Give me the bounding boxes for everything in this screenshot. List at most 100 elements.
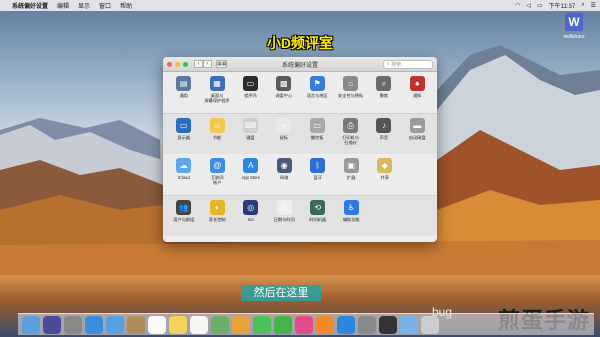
notifications-icon: ●	[409, 76, 425, 91]
pref-section: ▭ 显示器 ☼ 节能 ⌨ 键盘 ◗ 鼠标 ▭ 触控板 ⎙ 打印机与 扫描仪 ♪ 声音 ▬ 启动磁盘	[163, 113, 437, 154]
notification-center-icon[interactable]: ☰	[591, 2, 596, 9]
dock	[18, 313, 594, 335]
trackpad-icon: ▭	[309, 118, 325, 133]
pref-pane-label: 时间机器	[309, 217, 327, 222]
pref-pane-network[interactable]: ◉ 网络	[268, 158, 302, 195]
subtitle-caption: 然后在这里	[241, 285, 321, 301]
pref-pane-printer[interactable]: ⎙ 打印机与 扫描仪	[334, 118, 367, 154]
mouse-icon: ◗	[276, 118, 292, 133]
battery-icon[interactable]: ▭	[537, 2, 543, 9]
pref-pane-parental-controls[interactable]: ◐ 家长控制	[201, 200, 235, 236]
pref-pane-general[interactable]: ▤ 通用	[167, 76, 200, 113]
pref-pane-siri[interactable]: ◎ Siri	[234, 200, 268, 236]
pref-pane-spotlight[interactable]: ⌕ 聚焦	[367, 76, 400, 113]
menu-app-name[interactable]: 系统偏好设置	[12, 1, 48, 10]
trash-icon[interactable]	[421, 315, 439, 334]
pref-pane-label: 通知	[413, 93, 422, 98]
volume-icon[interactable]: ◁	[526, 2, 531, 9]
pref-pane-sharing[interactable]: ◆ 共享	[368, 158, 402, 195]
pref-pane-label: 声音	[379, 135, 389, 140]
pref-pane-energy[interactable]: ☼ 节能	[200, 118, 233, 154]
pref-pane-security[interactable]: ⌂ 安全性与隐私	[334, 76, 367, 113]
pref-pane-label: 启动磁盘	[408, 135, 426, 140]
reminders-icon[interactable]	[190, 315, 208, 334]
sound-icon: ♪	[376, 118, 392, 133]
pref-pane-label: 聚焦	[379, 93, 389, 98]
menu-window[interactable]: 窗口	[99, 1, 111, 10]
pref-pane-notifications[interactable]: ● 通知	[401, 76, 434, 113]
pref-pane-mouse[interactable]: ◗ 鼠标	[267, 118, 300, 154]
pref-pane-extensions[interactable]: ▣ 扩展	[335, 158, 369, 195]
pref-section: ▤ 通用 ▦ 桌面与 屏幕保护程序 ▭ 程序坞 ▩ 调度中心 ⚑ 语言与地区 ⌂ 安全性与隐私 ⌕ 聚焦 ●…	[163, 72, 437, 113]
menu-view[interactable]: 显示	[78, 1, 90, 10]
accessibility-icon: ♿	[343, 200, 359, 215]
mail-icon[interactable]	[106, 315, 124, 334]
pref-pane-keyboard[interactable]: ⌨ 键盘	[234, 118, 267, 154]
pref-pane-icloud[interactable]: ☁ iCloud	[167, 158, 201, 195]
launchpad-icon[interactable]	[64, 315, 82, 334]
folder-icon[interactable]	[400, 315, 418, 334]
startup-disk-icon: ▬	[409, 118, 425, 133]
pref-pane-dock[interactable]: ▭ 程序坞	[234, 76, 267, 113]
menu-clock[interactable]: 下午11:37	[549, 1, 576, 10]
pref-section: 👥 用户与群组 ◐ 家长控制 ◎ Siri ◷ 日期与时间 ⟲ 时间机器 ♿ 辅助功能	[163, 195, 437, 236]
pref-pane-label: 键盘	[246, 135, 255, 140]
pref-pane-accessibility[interactable]: ♿ 辅助功能	[335, 200, 369, 236]
pref-pane-label: 共享	[380, 175, 389, 180]
wifi-icon[interactable]: ◠	[515, 2, 520, 9]
search-field[interactable]: ⌕ 搜索	[383, 59, 433, 69]
pref-pane-date-time[interactable]: ◷ 日期与时间	[268, 200, 302, 236]
users-icon: 👥	[176, 200, 192, 215]
logo-mark: W	[565, 13, 583, 31]
facetime-icon[interactable]	[274, 315, 292, 334]
pref-pane-label: 语言与地区	[306, 93, 328, 98]
notes-icon[interactable]	[169, 315, 187, 334]
pref-pane-label: 调度中心	[275, 93, 293, 98]
icloud-icon: ☁	[176, 158, 192, 173]
contacts-icon[interactable]	[127, 315, 145, 334]
bluetooth-icon: ᛒ	[310, 158, 326, 173]
pref-pane-internet-accounts[interactable]: @ 互联网 帐户	[201, 158, 235, 195]
app-store-dock-icon[interactable]	[337, 315, 355, 334]
pref-pane-sound[interactable]: ♪ 声音	[367, 118, 400, 154]
pref-pane-startup-disk[interactable]: ▬ 启动磁盘	[401, 118, 434, 154]
desktop-icon: ▦	[209, 76, 225, 91]
pref-pane-label: 扩展	[347, 175, 356, 180]
displays-icon: ▭	[176, 118, 192, 133]
pref-pane-trackpad[interactable]: ▭ 触控板	[301, 118, 334, 154]
pref-pane-app-store[interactable]: A App Store	[234, 158, 268, 195]
calendar-icon[interactable]	[148, 315, 166, 334]
dock-icon: ▭	[242, 76, 258, 91]
safari-icon[interactable]	[85, 315, 103, 334]
ibooks-icon[interactable]	[316, 315, 334, 334]
pref-pane-language[interactable]: ⚑ 语言与地区	[301, 76, 334, 113]
siri-dock-icon[interactable]	[43, 315, 61, 334]
messages-icon[interactable]	[253, 315, 271, 334]
itunes-icon[interactable]	[295, 315, 313, 334]
siri-icon: ◎	[243, 200, 259, 215]
maps-icon[interactable]	[211, 315, 229, 334]
pref-pane-mission-control[interactable]: ▩ 调度中心	[267, 76, 300, 113]
spotlight-menu-icon[interactable]: ⌕	[581, 2, 584, 9]
pref-pane-users[interactable]: 👥 用户与群组	[167, 200, 201, 236]
finder-icon[interactable]	[22, 315, 40, 334]
pref-pane-label: 用户与群组	[173, 217, 195, 222]
date-time-icon: ◷	[276, 200, 292, 215]
energy-icon: ☼	[209, 118, 225, 133]
menu-edit[interactable]: 编辑	[57, 1, 69, 10]
photos-icon[interactable]	[232, 315, 250, 334]
pref-pane-bluetooth[interactable]: ᛒ 蓝牙	[301, 158, 335, 195]
menu-bar: 系统偏好设置 编辑 显示 窗口 帮助 ◠ ◁ ▭ 下午11:37 ⌕ ☰	[0, 0, 600, 11]
pref-pane-label: 辅助功能	[342, 217, 360, 222]
menu-help[interactable]: 帮助	[120, 1, 132, 10]
pref-pane-label: Siri	[247, 217, 254, 222]
pref-pane-displays[interactable]: ▭ 显示器	[167, 118, 200, 154]
extensions-icon: ▣	[343, 158, 359, 173]
system-preferences-dock-icon[interactable]	[358, 315, 376, 334]
language-icon: ⚑	[309, 76, 325, 91]
general-icon: ▤	[176, 76, 192, 91]
pref-pane-time-machine[interactable]: ⟲ 时间机器	[301, 200, 335, 236]
pref-pane-desktop[interactable]: ▦ 桌面与 屏幕保护程序	[200, 76, 233, 113]
pref-pane-label: 程序坞	[244, 93, 257, 98]
terminal-icon[interactable]	[379, 315, 397, 334]
